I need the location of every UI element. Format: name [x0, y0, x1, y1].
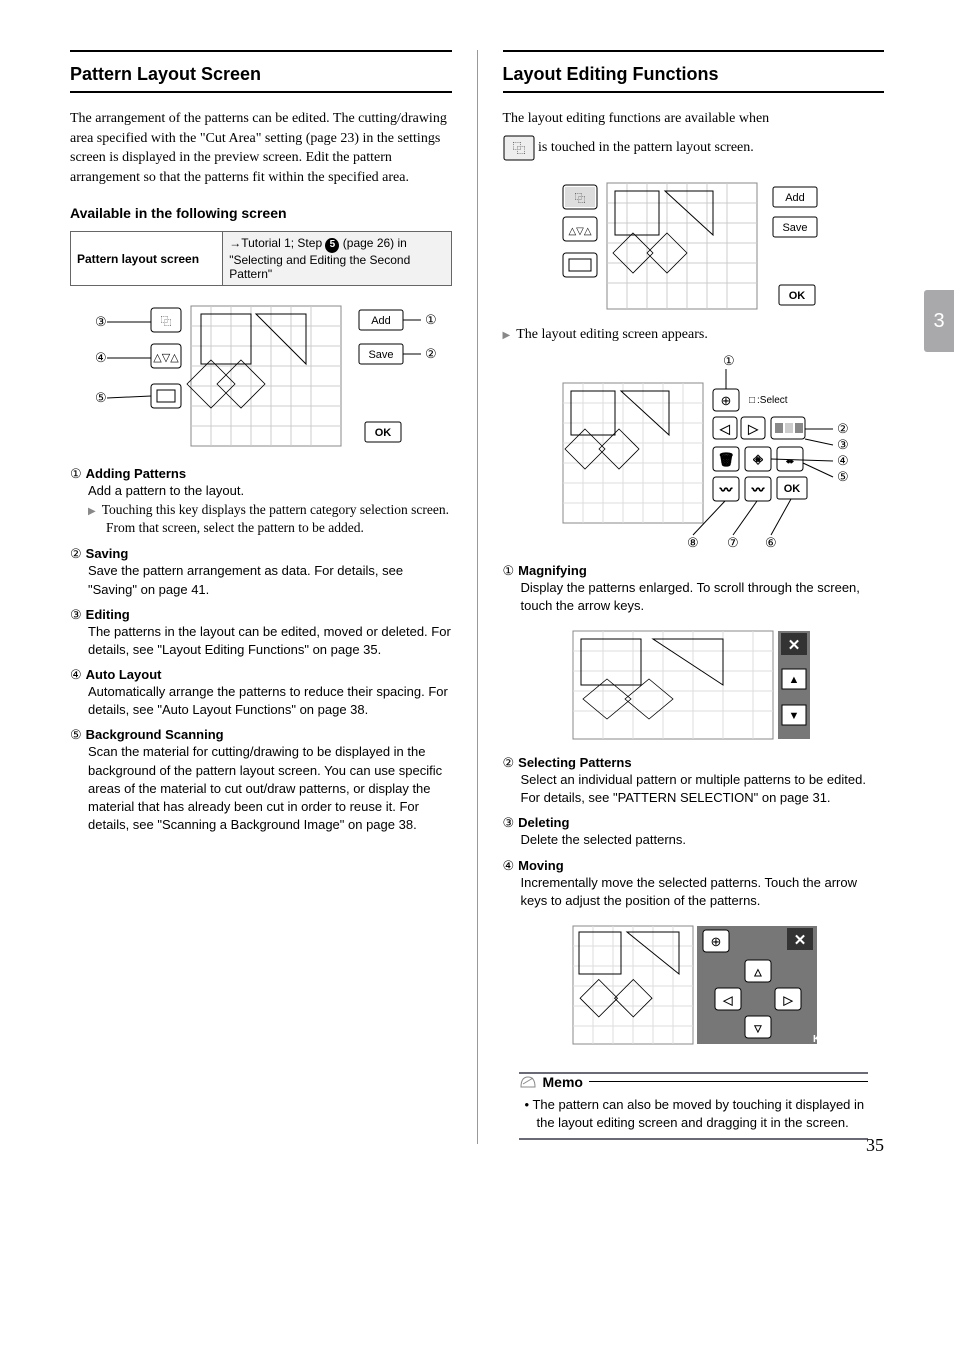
edit-icon: ⿻ [503, 135, 535, 161]
item-3: ③Editing The patterns in the layout can … [70, 607, 452, 659]
svg-text:⑤: ⑤ [837, 469, 849, 484]
svg-text:Add: Add [785, 192, 805, 204]
svg-text:□: □ [749, 395, 755, 406]
svg-text::Select: :Select [757, 395, 788, 406]
item-r1: ①Magnifying Display the patterns enlarge… [503, 563, 885, 615]
svg-text:⇔: ⇔ [785, 455, 796, 467]
section-heading-right: Layout Editing Functions [503, 50, 885, 85]
chapter-tab: 3 [924, 290, 954, 352]
svg-text:△▽△: △▽△ [569, 226, 592, 237]
svg-text:〰: 〰 [752, 483, 764, 497]
svg-text:K: K [813, 1034, 821, 1045]
svg-text:Save: Save [368, 349, 393, 361]
figure-move: ⊕ ✕ ▲ ◀ ▶ ▼ K [563, 920, 823, 1050]
svg-text:⑧: ⑧ [687, 535, 699, 550]
item-5: ⑤Background Scanning Scan the material f… [70, 727, 452, 834]
svg-text:③: ③ [837, 437, 849, 452]
svg-text:〰: 〰 [720, 483, 732, 497]
svg-text:②: ② [425, 346, 437, 361]
svg-text:✕: ✕ [788, 637, 801, 654]
reference-table: Pattern layout screen →Tutorial 1; Step … [70, 231, 452, 286]
svg-text:▲: ▲ [753, 967, 764, 979]
item-4: ④Auto Layout Automatically arrange the p… [70, 667, 452, 719]
svg-text:🗑: 🗑 [718, 452, 735, 467]
svg-text:⑦: ⑦ [727, 535, 739, 550]
svg-text:⑤: ⑤ [95, 390, 107, 405]
figure-pattern-layout: ⿻ △▽△ ③ ④ ⑤ [81, 296, 441, 456]
svg-text:Save: Save [783, 222, 808, 234]
svg-text:◀: ◀ [721, 422, 731, 436]
left-column: Pattern Layout Screen The arrangement of… [70, 50, 452, 1144]
svg-text:⿻: ⿻ [160, 315, 171, 328]
svg-text:△▽△: △▽△ [153, 352, 179, 364]
svg-text:④: ④ [95, 350, 107, 365]
intro-line-2: is touched in the pattern layout screen. [538, 140, 754, 155]
intro-paragraph-left: The arrangement of the patterns can be e… [70, 109, 452, 187]
svg-text:◀: ◀ [724, 995, 733, 1007]
svg-text:▶: ▶ [784, 995, 793, 1007]
svg-text:OK: OK [789, 290, 806, 302]
svg-text:▼: ▼ [789, 710, 800, 722]
item-2: ②Saving Save the pattern arrangement as … [70, 546, 452, 598]
svg-text:✥: ✥ [753, 453, 763, 467]
step-circle-icon: 5 [325, 238, 339, 253]
svg-text:▼: ▼ [753, 1023, 764, 1035]
svg-text:Add: Add [371, 315, 391, 327]
svg-text:▶: ▶ [749, 422, 759, 436]
svg-text:④: ④ [837, 453, 849, 468]
svg-text:①: ① [425, 312, 437, 327]
svg-text:⊕: ⊕ [711, 934, 722, 949]
right-column: Layout Editing Functions The layout edit… [503, 50, 885, 1144]
item-r2: ②Selecting Patterns Select an individual… [503, 755, 885, 807]
svg-text:②: ② [837, 421, 849, 436]
ref-table-right: →Tutorial 1; Step 5 (page 26) in "Select… [223, 232, 451, 286]
item-r3: ③Deleting Delete the selected patterns. [503, 815, 885, 849]
memo-icon [519, 1074, 537, 1090]
section-heading-left: Pattern Layout Screen [70, 50, 452, 85]
svg-text:⿻: ⿻ [575, 192, 586, 205]
svg-text:OK: OK [375, 427, 392, 439]
figure-layout-small: ⿻ △▽△ Add [553, 177, 833, 317]
item-1: ①Adding Patterns Add a pattern to the la… [70, 466, 452, 538]
page-number: 35 [866, 1135, 884, 1156]
ref-table-left: Pattern layout screen [71, 232, 223, 286]
svg-text:▲: ▲ [789, 674, 800, 686]
available-heading: Available in the following screen [70, 205, 452, 221]
result-text: The layout editing screen appears. [503, 327, 885, 343]
svg-text:①: ① [723, 353, 735, 368]
svg-text:⿻: ⿻ [512, 141, 525, 156]
intro-line-1: The layout editing functions are availab… [503, 109, 885, 129]
svg-text:⊕: ⊕ [721, 393, 732, 408]
svg-text:③: ③ [95, 314, 107, 329]
figure-editing-screen: ⊕ □ :Select ◀ ▶ 🗑 ✥ ⇔ 〰 〰 OK ① ② ③ [523, 353, 863, 553]
item-r4: ④Moving Incrementally move the selected … [503, 858, 885, 910]
svg-text:✕: ✕ [794, 932, 807, 949]
svg-text:⑥: ⑥ [765, 535, 777, 550]
memo-box: Memo • The pattern can also be moved by … [513, 1064, 875, 1144]
svg-text:OK: OK [784, 483, 801, 495]
figure-magnify: ✕ ▲ ▼ [563, 625, 823, 745]
